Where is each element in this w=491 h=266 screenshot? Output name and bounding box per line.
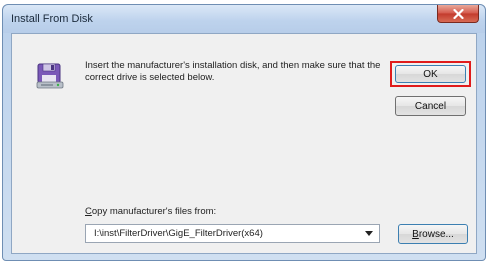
floppy-disk-install-icon (36, 63, 64, 89)
close-button[interactable] (437, 5, 479, 23)
ok-button[interactable]: OK (395, 65, 466, 83)
browse-button-mnemonic: B (412, 228, 419, 240)
copy-files-label-mnemonic: C (85, 206, 92, 217)
browse-button-text: rowse... (418, 228, 454, 240)
install-from-disk-dialog: Install From Disk Insert the manufacture… (2, 4, 486, 261)
copy-files-label: Copy manufacturer's files from: (85, 206, 216, 217)
title-bar[interactable]: Install From Disk (3, 5, 485, 33)
dialog-body: Insert the manufacturer's installation d… (11, 33, 477, 254)
window-title: Install From Disk (11, 13, 93, 25)
copy-files-label-text: opy manufacturer's files from: (91, 206, 217, 217)
source-path-combobox[interactable]: I:\inst\FilterDriver\GigE_FilterDriver(x… (85, 224, 380, 243)
chevron-down-icon[interactable] (365, 231, 373, 236)
browse-button[interactable]: Browse... (398, 224, 468, 244)
instruction-text: Insert the manufacturer's installation d… (85, 60, 381, 83)
source-path-value[interactable]: I:\inst\FilterDriver\GigE_FilterDriver(x… (94, 228, 263, 239)
cancel-button[interactable]: Cancel (395, 96, 466, 116)
close-icon (452, 8, 464, 19)
